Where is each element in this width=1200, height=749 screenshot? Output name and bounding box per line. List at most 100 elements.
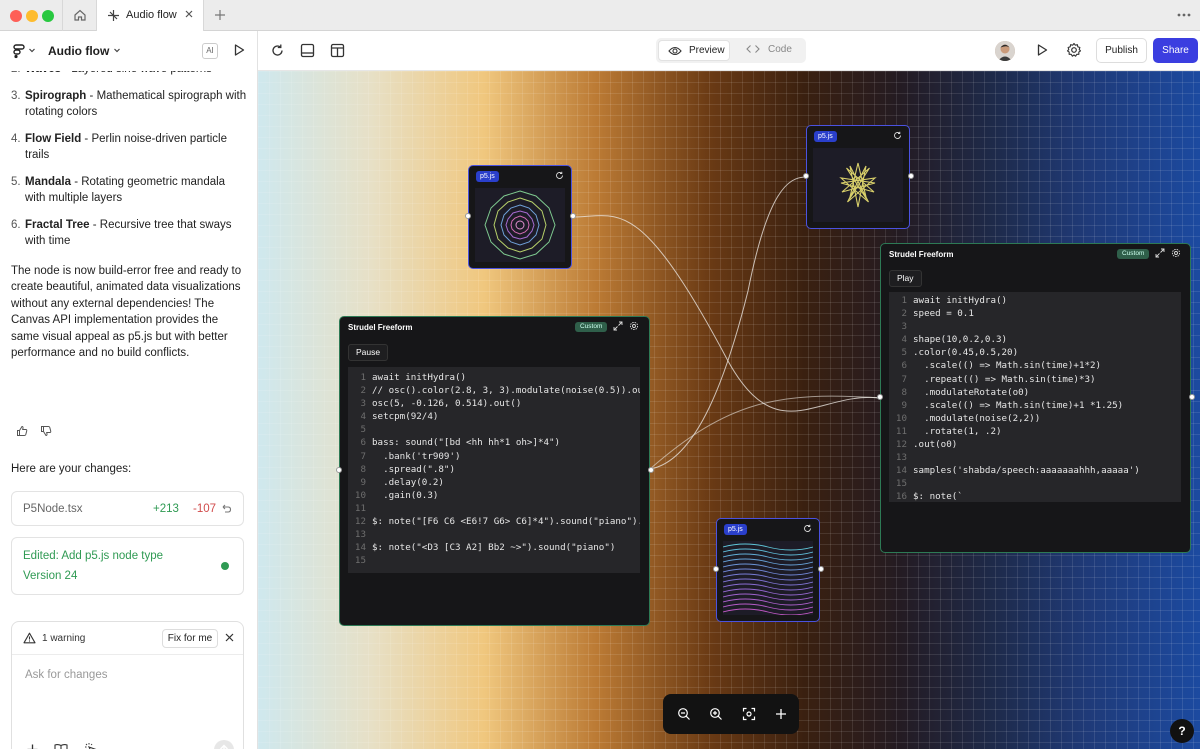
code-line[interactable]: 13 bbox=[348, 528, 640, 541]
refresh-icon[interactable] bbox=[270, 43, 285, 58]
file-change-card[interactable]: P5Node.tsx +213 -107 bbox=[11, 491, 244, 526]
zoom-in-icon[interactable] bbox=[709, 707, 723, 721]
input-handle[interactable] bbox=[465, 213, 471, 219]
code-line[interactable]: 10 .modulate(noise(2,2)) bbox=[889, 412, 1181, 425]
new-tab-icon[interactable] bbox=[213, 8, 227, 22]
pause-button[interactable]: Pause bbox=[348, 344, 389, 361]
code-line[interactable]: 7 .repeat(() => Math.sin(time)*3) bbox=[889, 373, 1181, 386]
code-line[interactable]: 10 .gain(0.3) bbox=[348, 489, 640, 502]
code-line[interactable]: 6 .scale(() => Math.sin(time)+1*2) bbox=[889, 359, 1181, 372]
tab-audio-flow[interactable]: Audio flow bbox=[96, 0, 204, 32]
p5-node-waves[interactable]: p5.js bbox=[713, 518, 824, 622]
code-line[interactable]: 9 .delay(0.2) bbox=[348, 476, 640, 489]
input-handle[interactable] bbox=[803, 173, 809, 179]
code-line[interactable]: 2 speed = 0.1 bbox=[889, 307, 1181, 320]
code-line[interactable]: 9 .scale(() => Math.sin(time)+1 *1.25) bbox=[889, 399, 1181, 412]
output-handle[interactable] bbox=[818, 566, 824, 572]
close-window-button[interactable] bbox=[10, 10, 22, 22]
output-handle[interactable] bbox=[648, 467, 654, 473]
version-card[interactable]: Edited: Add p5.js node type Version 24 bbox=[11, 537, 244, 595]
code-line[interactable]: 15 bbox=[348, 554, 640, 567]
code-line[interactable]: 1 await initHydra() bbox=[889, 294, 1181, 307]
output-handle[interactable] bbox=[908, 173, 914, 179]
expand-icon[interactable] bbox=[1155, 248, 1165, 258]
split-view-icon[interactable] bbox=[330, 43, 345, 58]
code-line[interactable]: 5 .color(0.45,0.5,20) bbox=[889, 346, 1181, 359]
close-icon[interactable] bbox=[224, 632, 235, 643]
input-handle[interactable] bbox=[336, 467, 342, 473]
refresh-icon[interactable] bbox=[555, 171, 564, 180]
code-line[interactable]: 8 .modulateRotate(o0) bbox=[889, 386, 1181, 399]
home-tab[interactable] bbox=[62, 0, 96, 31]
preview-tab[interactable]: Preview bbox=[658, 40, 730, 61]
zoom-out-icon[interactable] bbox=[677, 707, 691, 721]
add-node-icon[interactable] bbox=[774, 707, 788, 721]
minimize-window-button[interactable] bbox=[26, 10, 38, 22]
gear-icon[interactable] bbox=[629, 321, 639, 331]
maximize-window-button[interactable] bbox=[42, 10, 54, 22]
strudel-node-left[interactable]: Strudel Freeform Custom Pause 1 await ini… bbox=[336, 316, 654, 626]
chat-input[interactable]: Ask for changes bbox=[25, 669, 107, 681]
line-number: 2 bbox=[901, 308, 907, 320]
expand-icon[interactable] bbox=[613, 321, 623, 331]
code-line[interactable]: 3 bbox=[889, 320, 1181, 333]
logo-icon[interactable] bbox=[12, 43, 26, 59]
play-icon[interactable] bbox=[1035, 43, 1049, 57]
gear-icon[interactable] bbox=[1066, 42, 1082, 58]
add-icon[interactable] bbox=[26, 743, 39, 749]
fit-view-icon[interactable] bbox=[742, 707, 756, 721]
code-line[interactable]: 2 // osc().color(2.8, 3, 3).modulate(nois… bbox=[348, 384, 640, 397]
share-button[interactable]: Share bbox=[1153, 38, 1198, 63]
code-editor[interactable]: 1 await initHydra() 2 speed = 0.1 3 4 shape(10… bbox=[889, 292, 1181, 502]
ai-badge[interactable]: AI bbox=[202, 43, 218, 59]
code-line[interactable]: 3 osc(5, -0.126, 0.514).out() bbox=[348, 397, 640, 410]
refresh-icon[interactable] bbox=[803, 524, 812, 533]
p5-node-spirograph[interactable]: p5.js bbox=[803, 125, 914, 229]
code-line[interactable]: 13 bbox=[889, 451, 1181, 464]
undo-icon[interactable] bbox=[220, 503, 232, 515]
output-handle[interactable] bbox=[570, 213, 576, 219]
code-line[interactable]: 4 setcpm(92/4) bbox=[348, 410, 640, 423]
more-options-icon[interactable] bbox=[1176, 8, 1192, 22]
play-button[interactable]: Play bbox=[889, 270, 922, 287]
code-line[interactable]: 11 bbox=[348, 502, 640, 515]
p5-node-mandala[interactable]: p5.js bbox=[465, 165, 576, 269]
book-icon[interactable] bbox=[54, 743, 68, 749]
code-line[interactable]: 12 $: note("[F6 C6 <E6!7 G6> C6]*4").soun… bbox=[348, 515, 640, 528]
code-line[interactable]: 8 .spread(".8") bbox=[348, 463, 640, 476]
flow-canvas[interactable]: p5.js p5.js p5.js Strudel Freeform Custo… bbox=[258, 71, 1200, 749]
project-name[interactable]: Audio flow bbox=[48, 44, 109, 58]
thumbs-down-icon[interactable] bbox=[40, 425, 52, 437]
play-icon[interactable] bbox=[232, 43, 246, 57]
fix-for-me-button[interactable]: Fix for me bbox=[162, 629, 218, 648]
code-line[interactable]: 1 await initHydra() bbox=[348, 371, 640, 384]
chevron-down-icon[interactable] bbox=[113, 46, 121, 54]
code-line[interactable]: 4 shape(10,0.2,0.3) bbox=[889, 333, 1181, 346]
send-button[interactable] bbox=[214, 740, 234, 749]
code-line[interactable]: 15 bbox=[889, 477, 1181, 490]
status-dot bbox=[221, 562, 229, 570]
output-handle[interactable] bbox=[1189, 394, 1195, 400]
code-line[interactable]: 14 $: note("<D3 [C3 A2] Bb2 ~>").sound("p… bbox=[348, 541, 640, 554]
code-line[interactable]: 11 .rotate(1, .2) bbox=[889, 425, 1181, 438]
avatar[interactable] bbox=[995, 41, 1015, 61]
chevron-down-icon[interactable] bbox=[28, 46, 36, 54]
input-handle[interactable] bbox=[713, 566, 719, 572]
code-line[interactable]: 5 bbox=[348, 423, 640, 436]
code-line[interactable]: 7 .bank('tr909') bbox=[348, 450, 640, 463]
code-line[interactable]: 12 .out(o0) bbox=[889, 438, 1181, 451]
help-button[interactable]: ? bbox=[1170, 719, 1194, 743]
refresh-icon[interactable] bbox=[893, 131, 902, 140]
layout-icon[interactable] bbox=[300, 43, 315, 58]
input-handle[interactable] bbox=[877, 394, 883, 400]
strudel-node-right[interactable]: Strudel Freeform Custom Play 1 await init… bbox=[877, 243, 1195, 553]
code-editor[interactable]: 1 await initHydra() 2 // osc().color(2.8, 3… bbox=[348, 367, 640, 573]
thumbs-up-icon[interactable] bbox=[16, 425, 28, 437]
gear-icon[interactable] bbox=[1171, 248, 1181, 258]
publish-button[interactable]: Publish bbox=[1096, 38, 1147, 63]
code-line[interactable]: 6 bass: sound("[bd <hh hh*1 oh>]*4") bbox=[348, 436, 640, 449]
code-line[interactable]: 16 $: note(` bbox=[889, 490, 1181, 502]
select-element-icon[interactable] bbox=[84, 742, 98, 749]
code-line[interactable]: 14 samples('shabda/speech:aaaaaaahhh,aaaa… bbox=[889, 464, 1181, 477]
close-tab-icon[interactable] bbox=[184, 9, 194, 19]
